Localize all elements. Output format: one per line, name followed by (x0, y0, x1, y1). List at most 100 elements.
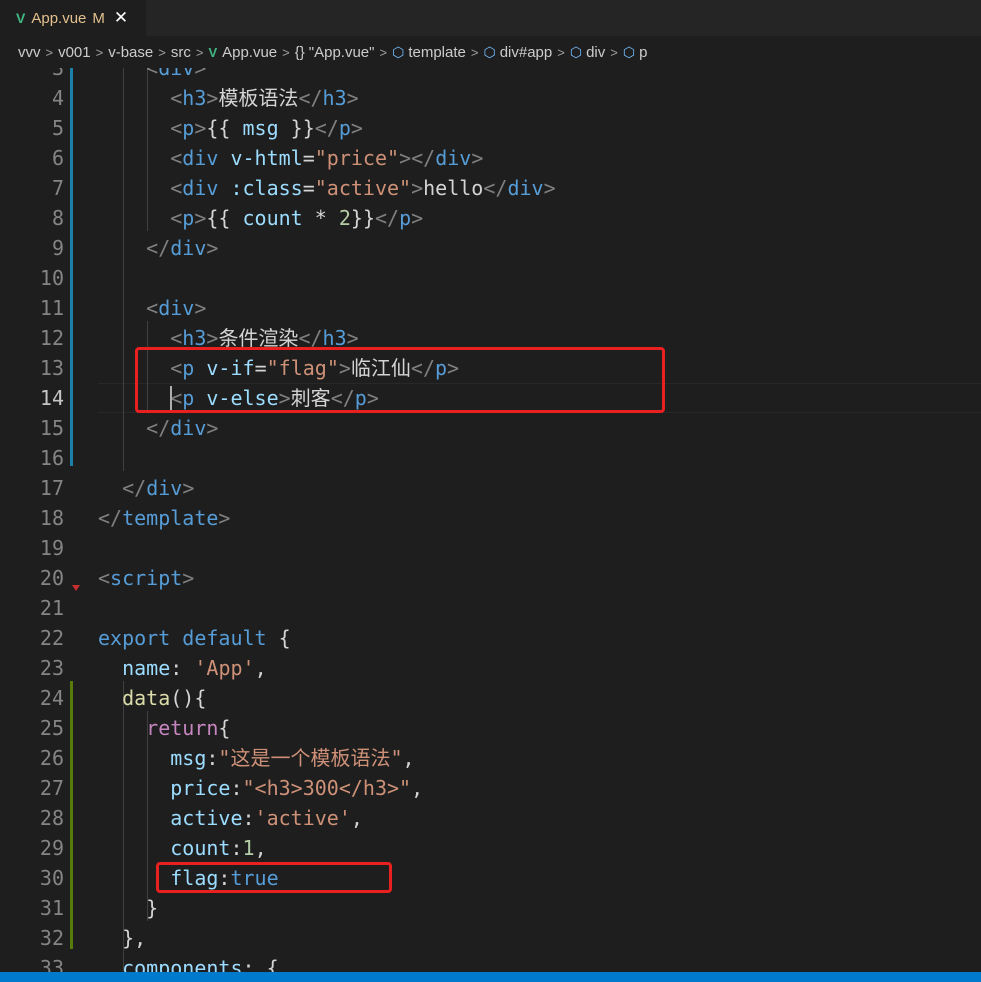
code-line[interactable]: 29 count:1, (0, 833, 981, 863)
chevron-right-icon: > (282, 44, 290, 60)
code-line[interactable]: 19 (0, 533, 981, 563)
code-line[interactable]: 30 flag:true (0, 863, 981, 893)
breadcrumb-item[interactable]: ⬡ div#app (483, 44, 552, 61)
code-line[interactable]: 9 </div> (0, 233, 981, 263)
chevron-right-icon: > (195, 44, 204, 60)
line-number: 4 (51, 86, 64, 110)
breadcrumb-label: v-base (108, 43, 154, 61)
code-token: 1 (242, 836, 255, 860)
code-line[interactable]: 6 <div v-html="price"></div> (0, 143, 981, 173)
code-line[interactable]: 25 return{ (0, 713, 981, 743)
breadcrumb-item[interactable]: v-base (108, 44, 153, 61)
code-token: p (338, 116, 351, 140)
breadcrumb-item[interactable]: {} "App.vue" (295, 44, 375, 61)
code-token: > (350, 116, 363, 140)
line-number: 25 (39, 716, 64, 740)
code-token: hello (423, 176, 484, 200)
breadcrumb-item[interactable]: ⬡ div (570, 44, 605, 61)
code-token: : (230, 776, 243, 800)
code-line[interactable]: 16 (0, 443, 981, 473)
editor-tab-app-vue[interactable]: V App.vue M ✕ (0, 0, 146, 36)
code-token: , (350, 806, 363, 830)
code-line[interactable]: 15 </div> (0, 413, 981, 443)
code-token: > (411, 206, 424, 230)
code-token: "这是一个模板语法" (218, 746, 403, 770)
code-token: div (170, 416, 207, 440)
breadcrumb-item[interactable]: v001 (58, 44, 91, 61)
code-line[interactable]: 17 </div> (0, 473, 981, 503)
code-token: {{ (206, 206, 243, 230)
code-token: h3 (322, 86, 347, 110)
code-line[interactable]: 21 (0, 593, 981, 623)
code-token: { (218, 716, 231, 740)
code-token: export (98, 626, 171, 650)
code-line[interactable]: 11 <div> (0, 293, 981, 323)
code-token: </ (122, 476, 147, 500)
code-text: return{ (98, 713, 230, 743)
breadcrumb: vvv > v001 > v-base > src > V App.vue >{} "App.vue"… (0, 36, 981, 68)
line-number: 32 (39, 926, 64, 950)
code-line[interactable]: 24 data(){ (0, 683, 981, 713)
code-line[interactable]: 31 } (0, 893, 981, 923)
code-text: components: { (98, 953, 279, 972)
breadcrumb-item[interactable]: src (171, 44, 191, 61)
code-line[interactable]: 28 active:'active', (0, 803, 981, 833)
code-line[interactable]: 8 <p>{{ count * 2}}</p> (0, 203, 981, 233)
code-line[interactable]: 10 (0, 263, 981, 293)
code-token: 'App' (194, 656, 255, 680)
code-token: : (230, 836, 243, 860)
cube-icon: ⬡ (569, 43, 583, 60)
code-line[interactable]: 33 components: { (0, 953, 981, 972)
code-text: </template> (98, 503, 230, 533)
code-text: <div> (98, 293, 206, 323)
code-token: > (194, 116, 207, 140)
code-token: , (411, 776, 424, 800)
code-text: } (98, 893, 158, 923)
code-line[interactable]: 27 price:"<h3>300</h3>", (0, 773, 981, 803)
code-line[interactable]: 20 <script> (0, 563, 981, 593)
code-line[interactable]: 3 <div> (0, 68, 981, 83)
code-line[interactable]: 26 msg:"这是一个模板语法", (0, 743, 981, 773)
breadcrumb-item[interactable]: V App.vue (208, 44, 277, 61)
code-token: "active" (314, 176, 412, 200)
breadcrumb-label: div (586, 43, 606, 61)
code-text: </div> (98, 473, 194, 503)
code-text: <h3>模板语法</h3> (98, 83, 359, 113)
code-token: * (302, 206, 339, 230)
code-line[interactable]: 32 }, (0, 923, 981, 953)
code-token: price (170, 776, 231, 800)
breadcrumb-item[interactable]: ⬡ template (392, 44, 466, 61)
line-number: 26 (39, 746, 64, 770)
code-token: script (110, 566, 183, 590)
code-token: } (98, 896, 159, 920)
code-text: </div> (98, 233, 218, 263)
code-line[interactable]: 7 <div :class="active">hello</div> (0, 173, 981, 203)
code-line[interactable]: 5 <p>{{ msg }}</p> (0, 113, 981, 143)
code-token: > (471, 146, 484, 170)
breadcrumb-item[interactable]: ⬡ p (623, 44, 648, 61)
line-number: 19 (39, 536, 64, 560)
code-token: active (170, 806, 243, 830)
line-number: 5 (51, 116, 64, 140)
code-line[interactable]: 4 <h3>模板语法</h3> (0, 83, 981, 113)
code-line[interactable]: 18 </template> (0, 503, 981, 533)
code-text: data(){ (98, 683, 206, 713)
code-editor[interactable]: 3 <div> 4 <h3>模板语法</h3> 5 <p>{{ msg }}</p>… (0, 68, 981, 972)
close-icon[interactable]: ✕ (114, 8, 128, 28)
code-token: > (346, 86, 359, 110)
code-line[interactable]: 22 export default { (0, 623, 981, 653)
code-token: < (146, 68, 159, 80)
breadcrumb-item[interactable]: vvv (18, 44, 41, 61)
code-text: name: 'App', (98, 653, 267, 683)
chevron-right-icon: > (158, 44, 166, 60)
breadcrumb-label: "App.vue" (308, 43, 375, 61)
code-line[interactable]: 23 name: 'App', (0, 653, 981, 683)
code-token: </ (298, 86, 323, 110)
